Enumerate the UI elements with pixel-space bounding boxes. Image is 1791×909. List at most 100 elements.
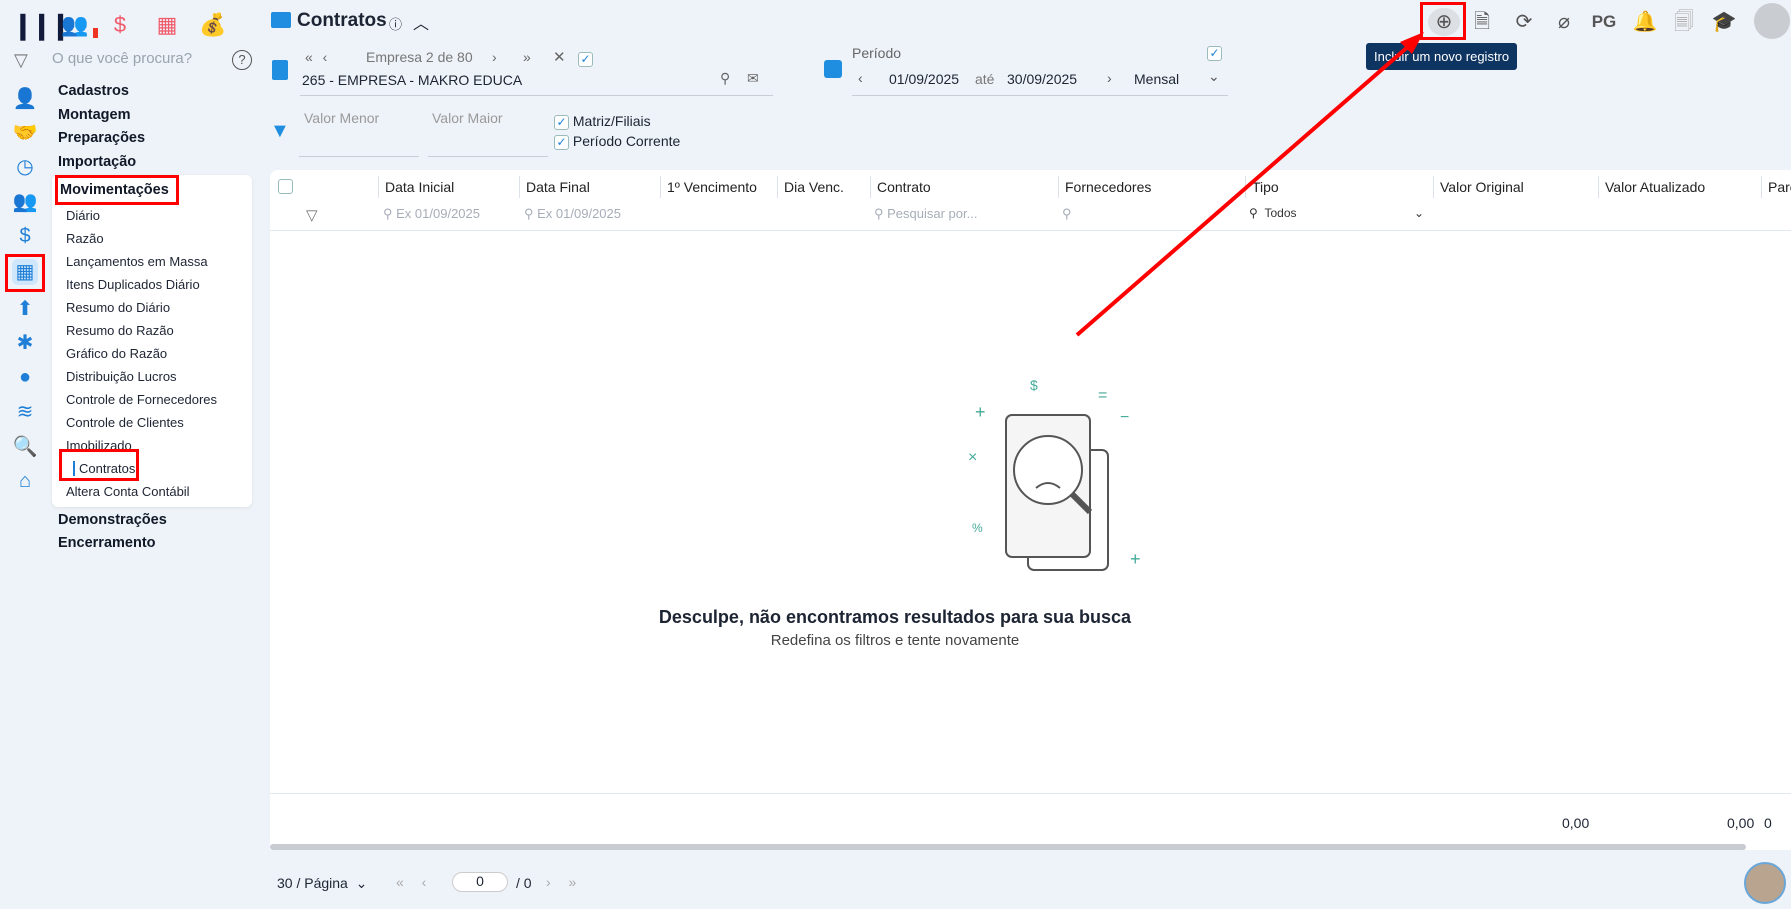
- submenu-item[interactable]: Razão: [66, 231, 104, 246]
- people-icon[interactable]: 👥: [60, 10, 90, 40]
- row-filter-icon[interactable]: ▽: [306, 206, 318, 224]
- valor-menor-field[interactable]: Valor Menor: [304, 110, 379, 126]
- matriz-label: Matriz/Filiais: [572, 113, 651, 129]
- dollar-icon[interactable]: $: [12, 223, 38, 249]
- mail-icon[interactable]: ✉: [747, 70, 759, 87]
- filter-icon: ▼: [270, 120, 290, 142]
- menu-search[interactable]: O que você procura?: [52, 50, 192, 67]
- document-icon[interactable]: 🗎: [1466, 8, 1498, 36]
- periodo-mode[interactable]: Mensal: [1134, 71, 1179, 87]
- clock-icon[interactable]: ◷: [12, 154, 38, 180]
- broom-icon[interactable]: ⌀: [1548, 8, 1580, 36]
- matriz-checkbox[interactable]: ✓ Matriz/Filiais: [554, 113, 651, 130]
- calculator-icon[interactable]: ▦: [152, 10, 182, 40]
- submenu-item[interactable]: Distribuição Lucros: [66, 369, 177, 384]
- handshake-icon[interactable]: 🤝: [12, 120, 38, 146]
- svg-text:×: ×: [968, 449, 977, 466]
- empresa-name: 265 - EMPRESA - MAKRO EDUCA: [302, 72, 523, 88]
- periodo-next[interactable]: ›: [1107, 70, 1112, 86]
- bell-icon[interactable]: 🔔: [1629, 8, 1661, 36]
- submenu-item[interactable]: Controle de Clientes: [66, 415, 184, 430]
- total-valor-atualizado: 0,00: [1727, 815, 1755, 831]
- total-parc: 0: [1764, 815, 1772, 831]
- data-inicial-filter[interactable]: ⚲ Ex 01/09/2025: [383, 206, 480, 222]
- tipo-filter[interactable]: ⚲ Todos ⌄: [1249, 206, 1424, 220]
- collapse-icon[interactable]: ︿: [413, 10, 429, 34]
- column-header[interactable]: Contrato: [870, 176, 931, 198]
- menu-preparacoes[interactable]: Preparações: [58, 130, 145, 146]
- report-search-icon[interactable]: 🗐: [1668, 8, 1700, 36]
- fornecedores-filter[interactable]: ⚲: [1062, 206, 1072, 222]
- pager-next-buttons[interactable]: › »: [546, 874, 576, 890]
- column-header[interactable]: Data Inicial: [378, 176, 454, 198]
- money-bag-icon[interactable]: ●: [12, 364, 38, 390]
- periodo-label: Período: [852, 45, 902, 61]
- assistant-avatar[interactable]: [1744, 862, 1786, 904]
- menu-montagem[interactable]: Montagem: [58, 107, 131, 123]
- info-icon[interactable]: ⓘ: [389, 14, 402, 33]
- column-header[interactable]: Tipo: [1245, 176, 1279, 198]
- menu-importacao[interactable]: Importação: [58, 154, 136, 170]
- page-input[interactable]: 0: [452, 872, 508, 892]
- avatar[interactable]: [1754, 3, 1790, 39]
- network-icon[interactable]: ✱: [12, 330, 38, 356]
- empresa-nav-last[interactable]: »: [523, 49, 531, 65]
- search-empresa-icon[interactable]: ⚲: [720, 70, 730, 87]
- submenu-item[interactable]: Resumo do Razão: [66, 323, 174, 338]
- submenu-item[interactable]: Lançamentos em Massa: [66, 254, 208, 269]
- submenu-item[interactable]: Altera Conta Contábil: [66, 484, 190, 499]
- column-header[interactable]: 1º Vencimento: [660, 176, 757, 198]
- svg-text:$: $: [1030, 377, 1038, 393]
- search-icon[interactable]: 🔍: [12, 434, 38, 460]
- per-page-select[interactable]: 30 / Página ⌄: [277, 875, 367, 892]
- users-icon[interactable]: 👥: [12, 189, 38, 215]
- column-header[interactable]: Valor Atualizado: [1598, 176, 1705, 198]
- menu-cadastros[interactable]: Cadastros: [58, 83, 129, 99]
- periodo-prev[interactable]: ‹: [858, 70, 863, 86]
- refresh-icon[interactable]: ⟳: [1508, 8, 1540, 36]
- graduation-cap-icon[interactable]: 🎓: [1708, 8, 1740, 36]
- periodo-sep: até: [975, 71, 995, 87]
- upload-icon[interactable]: ⬆: [12, 296, 38, 322]
- contrato-filter[interactable]: ⚲ Pesquisar por...: [874, 206, 977, 222]
- dollar-icon[interactable]: $: [105, 10, 135, 40]
- empty-subtitle: Redefina os filtros e tente novamente: [770, 632, 1020, 649]
- valor-maior-field[interactable]: Valor Maior: [432, 110, 503, 126]
- horizontal-scrollbar[interactable]: [270, 844, 1746, 850]
- periodo-checkbox[interactable]: ✓: [1207, 44, 1222, 61]
- user-settings-icon[interactable]: 👤: [12, 86, 38, 112]
- filter-icon[interactable]: ▽: [14, 50, 28, 71]
- column-header[interactable]: Valor Original: [1433, 176, 1524, 198]
- column-header[interactable]: Fornecedores: [1058, 176, 1151, 198]
- home-icon[interactable]: ⌂: [12, 468, 38, 494]
- column-header[interactable]: Dia Venc.: [777, 176, 844, 198]
- column-header[interactable]: Data Final: [519, 176, 590, 198]
- page-total: / 0: [516, 875, 532, 891]
- periodo-corrente-checkbox[interactable]: ✓ Período Corrente: [554, 133, 680, 150]
- submenu-item[interactable]: Gráfico do Razão: [66, 346, 167, 361]
- menu-encerramento[interactable]: Encerramento: [58, 535, 156, 551]
- select-all-checkbox[interactable]: [278, 177, 293, 194]
- empresa-checkbox[interactable]: ✓: [578, 50, 593, 67]
- empresa-nav-next[interactable]: ›: [492, 49, 497, 65]
- layers-icon[interactable]: ≋: [12, 399, 38, 425]
- submenu-item[interactable]: Resumo do Diário: [66, 300, 170, 315]
- svg-text:=: =: [1098, 387, 1107, 404]
- help-icon[interactable]: ?: [232, 50, 252, 70]
- money-bag-icon[interactable]: 💰: [198, 10, 228, 40]
- submenu-item[interactable]: Itens Duplicados Diário: [66, 277, 200, 292]
- pager-prev-buttons[interactable]: « ‹: [396, 874, 426, 890]
- column-header[interactable]: Parc: [1761, 176, 1791, 198]
- clear-icon[interactable]: ✕: [553, 48, 566, 66]
- menu-demonstracoes[interactable]: Demonstrações: [58, 512, 167, 528]
- periodo-end[interactable]: 30/09/2025: [1007, 71, 1077, 87]
- submenu-item[interactable]: Controle de Fornecedores: [66, 392, 217, 407]
- calendar-icon[interactable]: [824, 60, 842, 78]
- empresa-nav-first[interactable]: « ‹: [305, 49, 327, 65]
- submenu-item[interactable]: Diário: [66, 208, 100, 223]
- pg-button[interactable]: PG: [1588, 8, 1620, 36]
- periodo-start[interactable]: 01/09/2025: [889, 71, 959, 87]
- chevron-down-icon[interactable]: ⌄: [1208, 68, 1220, 85]
- data-final-filter[interactable]: ⚲ Ex 01/09/2025: [524, 206, 621, 222]
- total-valor-original: 0,00: [1562, 815, 1590, 831]
